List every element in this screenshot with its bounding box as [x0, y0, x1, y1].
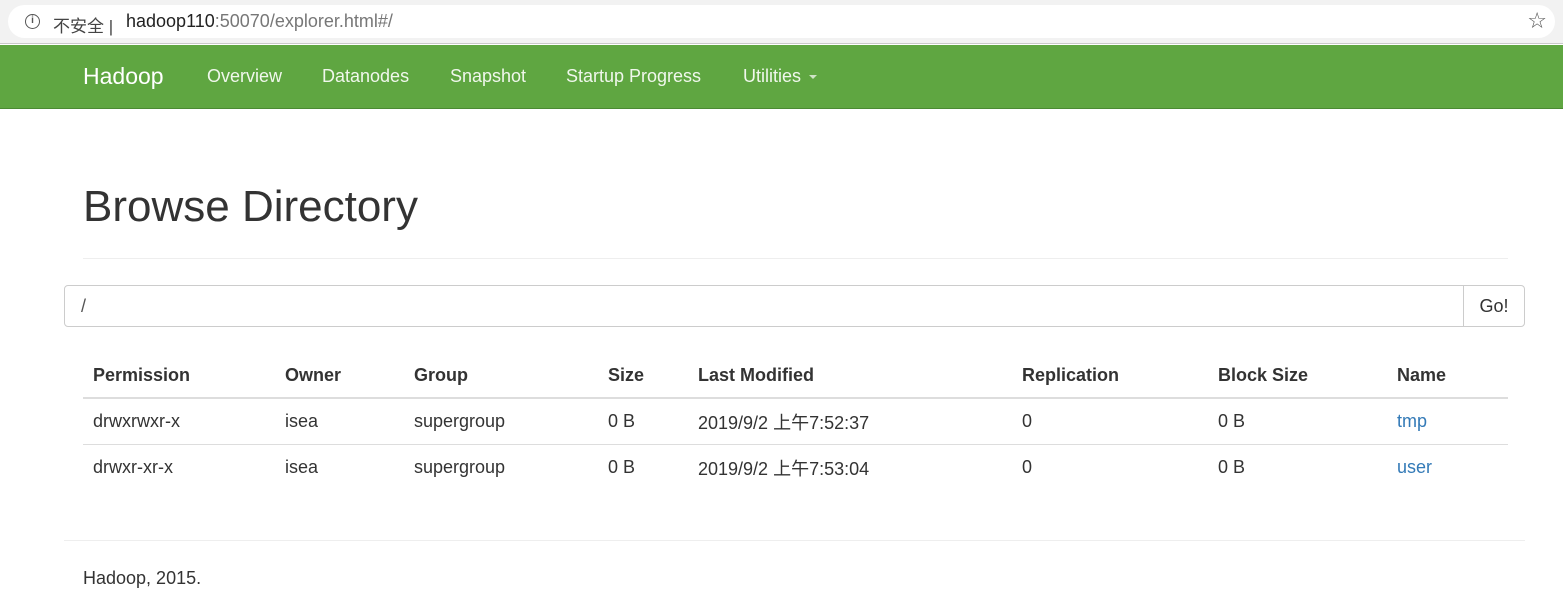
info-icon[interactable]: i [25, 14, 40, 29]
column-header-group[interactable]: Group [404, 353, 598, 399]
cell-last-modified: 2019/9/2 上午7:53:04 [688, 444, 1012, 490]
column-header-block-size[interactable]: Block Size [1208, 353, 1387, 399]
brand-logo[interactable]: Hadoop [83, 63, 164, 90]
nav-startup-progress[interactable]: Startup Progress [566, 66, 701, 87]
security-label-text: 不安全 [53, 17, 104, 36]
nav-utilities-label: Utilities [743, 66, 802, 86]
address-box[interactable]: i 不安全 | hadoop110:50070/explorer.html#/ … [8, 5, 1555, 38]
go-button[interactable]: Go! [1463, 285, 1525, 327]
cell-last-modified: 2019/9/2 上午7:52:37 [698, 412, 870, 433]
url-host: hadoop110 [126, 11, 215, 31]
url-path: :50070/explorer.html#/ [214, 11, 393, 31]
column-header-name[interactable]: Name [1387, 353, 1508, 399]
directory-table: Permission Owner Group Size Last Modifie… [83, 353, 1508, 490]
cell-replication: 0 [1012, 444, 1208, 490]
browser-address-bar: i 不安全 | hadoop110:50070/explorer.html#/ … [0, 0, 1563, 44]
table-row: drwxrwxr-x isea supergroup 0 B 2019/9/2 … [83, 398, 1508, 445]
caret-down-icon [809, 75, 818, 80]
title-divider [83, 258, 1508, 259]
column-header-size[interactable]: Size [598, 353, 688, 399]
table-row: drwxr-xr-x isea supergroup 0 B 2019/9/2 … [83, 444, 1508, 490]
cell-block-size: 0 B [1218, 411, 1246, 431]
cell-group: supergroup [404, 444, 598, 490]
cell-replication: 0 [1022, 411, 1033, 431]
directory-link-user[interactable]: user [1397, 457, 1432, 477]
navbar: Hadoop Overview Datanodes Snapshot Start… [0, 45, 1563, 109]
cell-group: supergroup [414, 411, 506, 431]
column-header-replication[interactable]: Replication [1012, 353, 1208, 399]
cell-size: 0 B [608, 411, 636, 431]
nav-snapshot[interactable]: Snapshot [450, 66, 526, 87]
security-label[interactable]: 不安全 | [53, 12, 113, 37]
star-icon[interactable]: ☆ [1527, 8, 1547, 34]
nav-datanodes[interactable]: Datanodes [322, 66, 409, 87]
column-header-owner[interactable]: Owner [275, 353, 404, 399]
cell-block-size: 0 B [1208, 444, 1387, 490]
footer-divider [64, 540, 1525, 541]
footer-text: Hadoop, 2015. [83, 568, 202, 588]
cell-permission: drwxrwxr-x [93, 411, 180, 431]
nav-utilities-dropdown[interactable]: Utilities [743, 66, 818, 87]
column-header-permission[interactable]: Permission [83, 353, 275, 399]
page-title: Browse Directory [83, 182, 418, 231]
cell-size: 0 B [598, 444, 688, 490]
separator: | [104, 17, 114, 36]
column-header-last-modified[interactable]: Last Modified [688, 353, 1012, 399]
cell-name: user [1387, 444, 1508, 490]
directory-path-input[interactable] [64, 285, 1464, 327]
table-header-row: Permission Owner Group Size Last Modifie… [83, 353, 1508, 399]
cell-owner: isea [285, 411, 319, 431]
directory-link-tmp[interactable]: tmp [1397, 411, 1427, 431]
cell-name: tmp [1387, 398, 1508, 445]
url-text[interactable]: hadoop110:50070/explorer.html#/ [126, 11, 393, 32]
cell-owner: isea [275, 444, 404, 490]
nav-overview[interactable]: Overview [207, 66, 282, 87]
cell-permission: drwxr-xr-x [83, 444, 275, 490]
